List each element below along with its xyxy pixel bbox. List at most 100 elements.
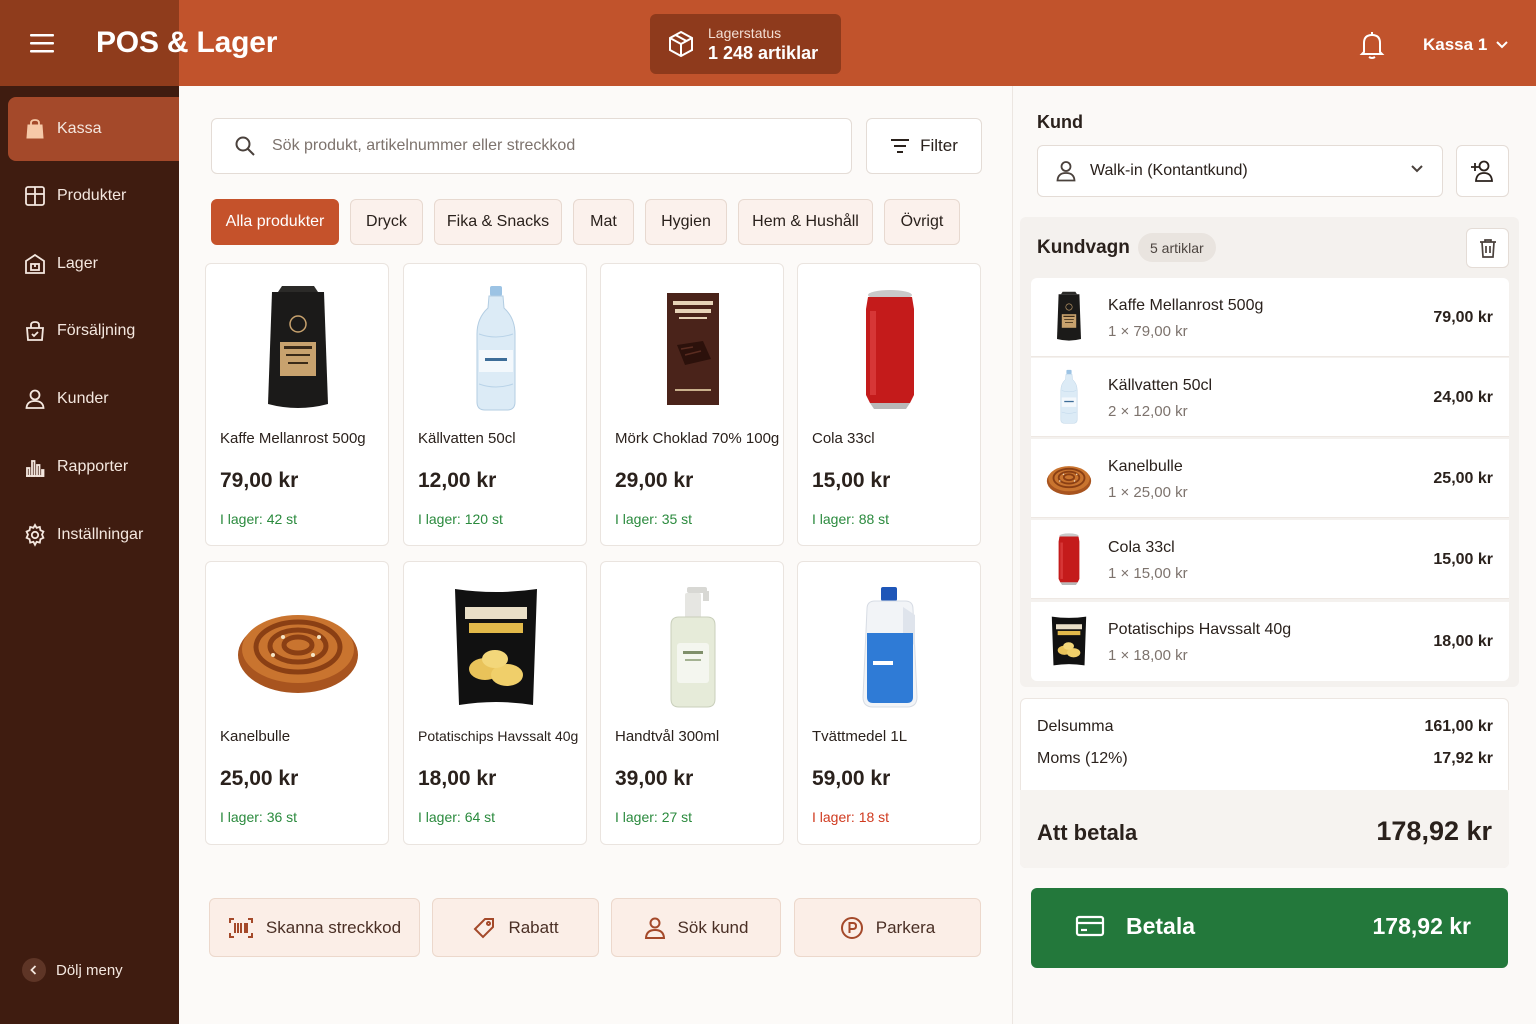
hamburger-menu-icon[interactable]: [28, 31, 56, 55]
stock-status-box[interactable]: Lagerstatus 1 248 artiklar: [650, 14, 841, 74]
sidebar-item-installningar[interactable]: Inställningar: [8, 503, 179, 567]
cart-item-image-chips: [1045, 612, 1093, 670]
customer-select[interactable]: Walk-in (Kontantkund): [1037, 145, 1443, 197]
cart-item[interactable]: Cola 33cl 1 × 15,00 kr 15,00 kr: [1031, 520, 1509, 599]
sidebar-item-rapporter[interactable]: Rapporter: [8, 435, 179, 499]
register-selector[interactable]: Kassa 1: [1423, 35, 1509, 55]
product-stock: I lager: 64 st: [418, 809, 496, 825]
hide-menu-button[interactable]: Dölj meny: [22, 958, 123, 982]
sidebar-item-forsaljning[interactable]: Försäljning: [8, 299, 179, 363]
add-customer-button[interactable]: [1456, 145, 1509, 197]
product-image-cinnamon-bun: [206, 572, 390, 722]
product-image-cola: [798, 274, 982, 424]
park-button[interactable]: Parkera: [794, 898, 981, 957]
trash-icon: [1479, 239, 1496, 258]
vat-value: 17,92 kr: [1433, 750, 1493, 767]
gear-icon: [23, 523, 47, 547]
discount-label: Rabatt: [508, 917, 559, 937]
category-chip-hygien[interactable]: Hygien: [645, 199, 727, 245]
sales-icon: [23, 319, 47, 343]
product-card[interactable]: Potatischips Havssalt 40g 18,00 kr I lag…: [403, 561, 587, 845]
cart-item[interactable]: Kanelbulle 1 × 25,00 kr 25,00 kr: [1031, 439, 1509, 518]
search-customer-label: Sök kund: [677, 917, 749, 937]
search-input[interactable]: [272, 137, 812, 155]
category-chip-all[interactable]: Alla produkter: [211, 199, 339, 245]
sidebar-item-label: Lager: [57, 255, 98, 272]
product-stock: I lager: 27 st: [615, 809, 693, 825]
pay-button[interactable]: Betala 178,92 kr: [1031, 888, 1508, 968]
top-bar: [179, 0, 1536, 86]
sidebar-item-label: Inställningar: [57, 526, 144, 543]
sidebar-item-label: Produkter: [57, 187, 127, 204]
sidebar-item-label: Kassa: [57, 120, 102, 137]
sidebar-item-produkter[interactable]: Produkter: [8, 164, 179, 228]
cart-item-image-water: [1045, 368, 1093, 426]
cart-item-image-coffee: [1045, 288, 1093, 346]
sidebar-item-label: Kunder: [57, 390, 109, 407]
user-icon: [1056, 160, 1076, 182]
product-image-water: [404, 274, 588, 424]
user-icon: [644, 917, 665, 939]
product-card[interactable]: Mörk Choklad 70% 100g 29,00 kr I lager: …: [600, 263, 784, 546]
bell-icon[interactable]: [1358, 30, 1386, 60]
product-card[interactable]: Cola 33cl 15,00 kr I lager: 88 st: [797, 263, 981, 546]
product-card[interactable]: Tvättmedel 1L 59,00 kr I lager: 18 st: [797, 561, 981, 845]
product-card[interactable]: Källvatten 50cl 12,00 kr I lager: 120 st: [403, 263, 587, 546]
cart-item[interactable]: Kaffe Mellanrost 500g 1 × 79,00 kr 79,00…: [1031, 278, 1509, 357]
category-chip-fika-snacks[interactable]: Fika & Snacks: [434, 199, 562, 245]
product-price: 79,00 kr: [220, 469, 299, 492]
cart-item-image-cola: [1045, 530, 1093, 588]
category-chip-ovrigt[interactable]: Övrigt: [884, 199, 960, 245]
product-card[interactable]: Kanelbulle 25,00 kr I lager: 36 st: [205, 561, 389, 845]
product-stock: I lager: 88 st: [812, 511, 890, 527]
product-stock: I lager: 36 st: [220, 809, 298, 825]
pay-label: Betala: [1126, 913, 1196, 939]
parking-icon: [840, 916, 863, 939]
grid-box-icon: [23, 184, 47, 208]
chevron-down-icon: [1411, 165, 1423, 173]
cart-item-total: 25,00 kr: [1433, 470, 1493, 487]
product-name: Kaffe Mellanrost 500g: [220, 430, 366, 447]
product-name: Potatischips Havssalt 40g: [418, 728, 579, 744]
cart-item-name: Cola 33cl: [1108, 539, 1175, 556]
search-box[interactable]: [211, 118, 852, 174]
total-label: Att betala: [1037, 820, 1138, 845]
cart-item-name: Källvatten 50cl: [1108, 377, 1213, 394]
product-name: Tvättmedel 1L: [812, 728, 908, 745]
pay-amount: 178,92 kr: [1372, 913, 1471, 939]
stock-status-label: Lagerstatus: [708, 24, 782, 41]
sidebar-item-kassa[interactable]: Kassa: [8, 97, 179, 161]
barcode-icon: [228, 917, 253, 938]
app-title: POS & Lager: [96, 26, 278, 59]
product-name: Kanelbulle: [220, 728, 291, 745]
category-chip-mat[interactable]: Mat: [573, 199, 634, 245]
cart-item[interactable]: Källvatten 50cl 2 × 12,00 kr 24,00 kr: [1031, 358, 1509, 437]
box-icon: [666, 29, 696, 59]
vat-row: Moms (12%) 17,92 kr: [1037, 750, 1493, 768]
clear-cart-button[interactable]: [1466, 228, 1509, 268]
filter-button[interactable]: Filter: [866, 118, 982, 174]
category-chip-dryck[interactable]: Dryck: [350, 199, 423, 245]
product-price: 18,00 kr: [418, 767, 497, 790]
cart-item[interactable]: Potatischips Havssalt 40g 1 × 18,00 kr 1…: [1031, 602, 1509, 681]
total-value: 178,92 kr: [1376, 816, 1492, 846]
cart-item-total: 79,00 kr: [1433, 309, 1493, 326]
scan-barcode-button[interactable]: Skanna streckkod: [209, 898, 420, 957]
category-chip-hem-hushall[interactable]: Hem & Hushåll: [738, 199, 873, 245]
search-customer-button[interactable]: Sök kund: [611, 898, 781, 957]
hide-menu-label: Dölj meny: [56, 961, 123, 979]
product-card[interactable]: Kaffe Mellanrost 500g 79,00 kr I lager: …: [205, 263, 389, 546]
sidebar-item-label: Försäljning: [57, 322, 136, 339]
sidebar-item-lager[interactable]: Lager: [8, 232, 179, 296]
cart-item-image-cinnamon-bun: [1045, 449, 1093, 507]
register-label: Kassa 1: [1423, 35, 1488, 54]
scan-barcode-label: Skanna streckkod: [265, 917, 402, 937]
sidebar-item-kunder[interactable]: Kunder: [8, 367, 179, 431]
product-card[interactable]: Handtvål 300ml 39,00 kr I lager: 27 st: [600, 561, 784, 845]
product-price: 12,00 kr: [418, 469, 497, 492]
discount-button[interactable]: Rabatt: [432, 898, 599, 957]
chevron-left-icon: [22, 958, 46, 982]
user-icon: [23, 387, 47, 411]
cart-item-quantity: 2 × 12,00 kr: [1108, 403, 1188, 420]
cart-item-name: Kanelbulle: [1108, 458, 1183, 475]
